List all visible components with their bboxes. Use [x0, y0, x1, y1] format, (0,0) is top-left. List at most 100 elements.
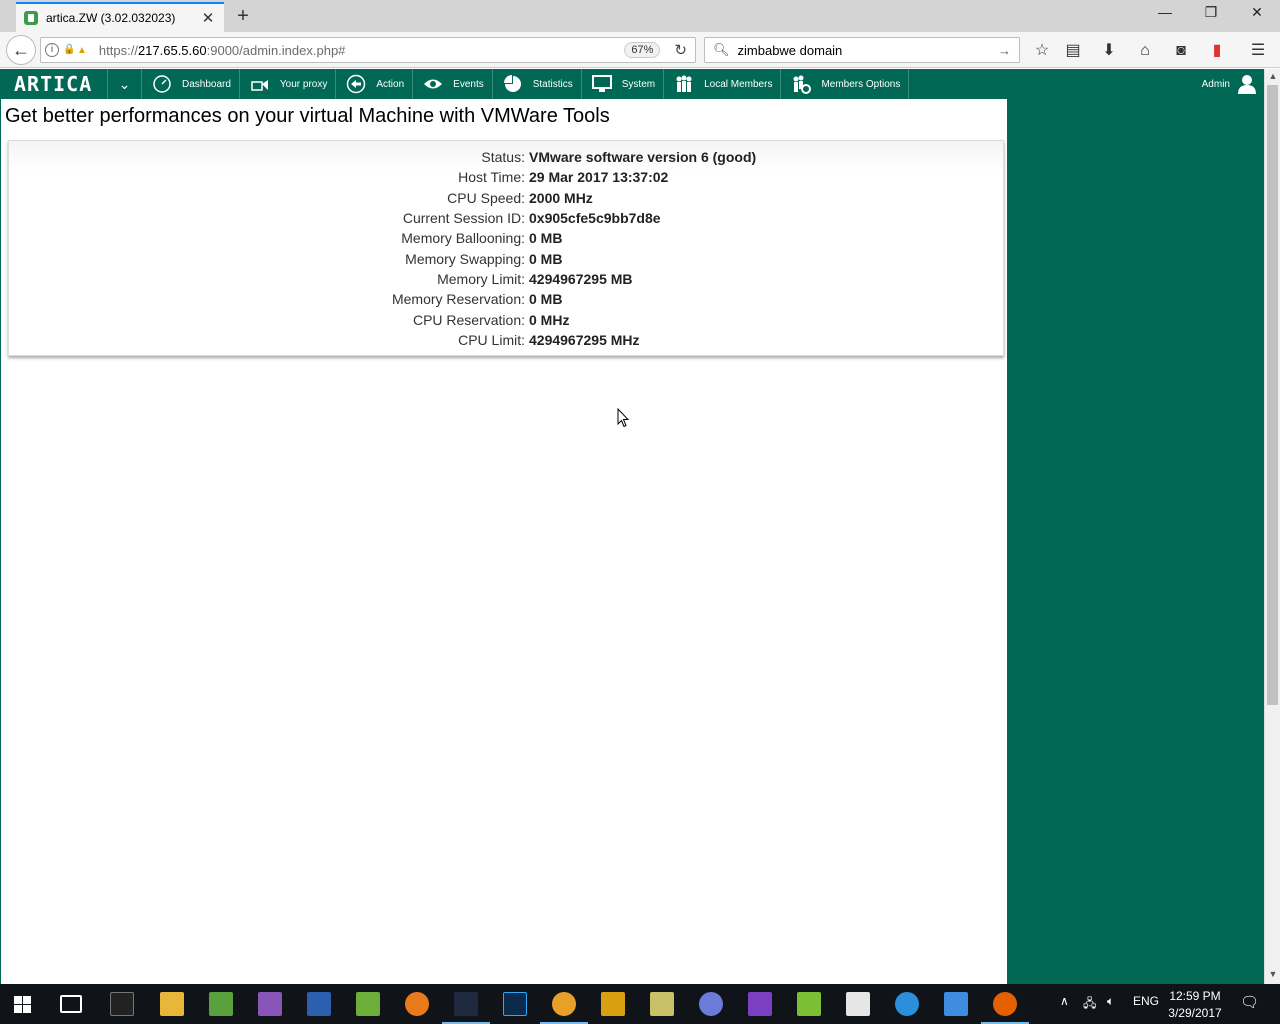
user-menu[interactable]: Admin — [1202, 69, 1256, 99]
home-icon[interactable]: ⌂ — [1134, 40, 1156, 62]
user-name: Admin — [1201, 78, 1230, 90]
tray-chevron-icon[interactable]: ∧ — [1060, 994, 1069, 1008]
calendar-icon[interactable] — [846, 992, 870, 1016]
artica-logo[interactable]: ARTICA — [0, 69, 108, 99]
proxy-icon — [251, 80, 268, 91]
info-value: 4294967295 MB — [529, 271, 633, 287]
nav-item-system[interactable]: System — [582, 69, 665, 99]
nav-item-dashboard[interactable]: Dashboard — [142, 69, 240, 99]
nav-item-statistics[interactable]: Statistics — [493, 69, 582, 99]
archive-icon[interactable] — [258, 992, 282, 1016]
search-bar[interactable]: 🔍︎ zimbabwe domain → — [704, 37, 1020, 63]
info-row: Current Session ID: 0x905cfe5c9bb7d8e — [9, 210, 1005, 230]
back-icon[interactable]: ← — [6, 35, 36, 65]
nav-item-action[interactable]: Action — [336, 69, 414, 99]
info-value: 0 MB — [529, 230, 563, 246]
file-explorer-icon[interactable] — [160, 992, 184, 1016]
info-value: 0 MHz — [529, 312, 570, 328]
nav-item-label: Dashboard — [182, 78, 231, 90]
info-row: Memory Limit: 4294967295 MB — [9, 271, 1005, 291]
reload-icon[interactable]: ↻ — [674, 41, 687, 59]
firefox-icon[interactable] — [981, 992, 1029, 1024]
nav-item-label: Events — [453, 78, 484, 90]
vmware-status-panel: Status: VMware software version 6 (good) … — [8, 140, 1004, 356]
tab-title: artica.ZW (3.02.032023) — [46, 11, 176, 25]
info-label: Status: — [481, 149, 525, 165]
nav-item-your-proxy[interactable]: Your proxy — [240, 69, 337, 99]
blender-icon[interactable] — [405, 992, 429, 1016]
url-path: :9000/admin.index.php# — [206, 42, 346, 58]
warning-icon: ▲ — [77, 44, 87, 56]
scrollbar-thumb[interactable] — [1267, 85, 1278, 705]
url-text[interactable]: https://217.65.5.60:9000/admin.index.php… — [99, 43, 624, 58]
gimp-icon[interactable] — [540, 992, 588, 1024]
info-label: Memory Swapping: — [405, 251, 525, 267]
language-indicator[interactable]: ENG — [1133, 994, 1159, 1008]
clock[interactable]: 12:59 PM 3/29/2017 — [1160, 988, 1230, 1022]
minimize-icon[interactable]: — — [1142, 4, 1188, 20]
window-close-icon[interactable]: ✕ — [1234, 4, 1280, 21]
windows-start-icon[interactable] — [14, 996, 31, 1013]
tab-close-icon[interactable]: ✕ — [200, 9, 216, 27]
scroll-down-icon[interactable]: ▼ — [1265, 969, 1280, 979]
gauge-icon — [153, 75, 171, 93]
new-tab-icon[interactable]: + — [232, 5, 254, 28]
info-value: 2000 MHz — [529, 190, 593, 206]
search-go-icon[interactable]: → — [998, 43, 1011, 58]
task-view-icon[interactable] — [60, 995, 82, 1013]
photoshop-icon[interactable] — [503, 992, 527, 1016]
cloud-icon[interactable] — [895, 992, 919, 1016]
bookmark-star-icon[interactable]: ☆ — [1031, 40, 1053, 62]
rstudio-icon[interactable] — [442, 992, 490, 1024]
search-icon: 🔍︎ — [713, 42, 730, 57]
nav-item-members-options[interactable]: Members Options — [781, 69, 910, 99]
info-row: CPU Speed: 2000 MHz — [9, 190, 1005, 210]
side-panel — [1008, 99, 1264, 984]
network-icon[interactable] — [944, 992, 968, 1016]
info-row: Memory Reservation: 0 MB — [9, 291, 1005, 311]
pie-chart-icon — [503, 75, 521, 92]
info-label: Memory Ballooning: — [401, 230, 525, 246]
info-label: Memory Reservation: — [391, 291, 525, 307]
volume-icon[interactable]: 🔈︎ — [1107, 994, 1114, 1009]
info-value: 0 MB — [529, 251, 563, 267]
download-icon[interactable]: ⬇ — [1098, 40, 1120, 62]
pocket-icon[interactable]: ◙ — [1170, 40, 1192, 62]
scroll-up-icon[interactable]: ▲ — [1265, 71, 1280, 81]
notifications-icon[interactable]: 🗨︎ — [1240, 993, 1259, 1011]
mouse-cursor-icon — [617, 408, 629, 428]
info-row: Memory Swapping: 0 MB — [9, 251, 1005, 271]
terminal-icon[interactable] — [110, 992, 134, 1016]
url-host: 217.65.5.60 — [137, 42, 207, 58]
nav-item-local-members[interactable]: Local Members — [664, 69, 782, 99]
visual-studio-icon[interactable] — [748, 992, 772, 1016]
nav-item-events[interactable]: Events — [413, 69, 493, 99]
tools-icon[interactable] — [650, 992, 674, 1016]
menu-icon[interactable]: ☰ — [1247, 40, 1269, 62]
info-value: 0x905cfe5c9bb7d8e — [529, 210, 661, 226]
vmware-icon[interactable] — [797, 992, 821, 1016]
scrollbar[interactable]: ▲ ▼ — [1264, 69, 1280, 984]
reading-list-icon[interactable]: ▤ — [1062, 40, 1084, 62]
infinity-icon[interactable] — [699, 992, 723, 1016]
info-row: Status: VMware software version 6 (good) — [9, 149, 1005, 169]
app-icon[interactable] — [601, 992, 625, 1016]
artica-nav-bar: ARTICA ⌄ Dashboard Your proxy Action Eve… — [0, 69, 1268, 99]
info-icon[interactable]: i — [45, 43, 59, 57]
paint-icon[interactable] — [209, 992, 233, 1016]
info-row: CPU Reservation: 0 MHz — [9, 312, 1005, 332]
network-tray-icon[interactable]: 🖧︎ — [1083, 994, 1096, 1015]
browser-tab[interactable]: artica.ZW (3.02.032023) ✕ — [16, 2, 224, 32]
extension-icon[interactable]: ▮ — [1206, 40, 1228, 62]
nav-item-label: Local Members — [704, 78, 773, 90]
nav-item-label: Your proxy — [279, 78, 328, 90]
zoom-indicator[interactable]: 67% — [624, 42, 661, 58]
search-input[interactable]: zimbabwe domain — [738, 43, 998, 58]
chevron-down-icon[interactable]: ⌄ — [108, 69, 142, 99]
info-label: CPU Speed: — [447, 190, 525, 206]
url-bar[interactable]: i 🔒 ▲ https://217.65.5.60:9000/admin.ind… — [40, 37, 696, 63]
restore-icon[interactable]: ❐ — [1188, 4, 1234, 21]
document-icon[interactable] — [307, 992, 331, 1016]
site-favicon-icon — [24, 11, 38, 25]
notepad-icon[interactable] — [356, 992, 380, 1016]
